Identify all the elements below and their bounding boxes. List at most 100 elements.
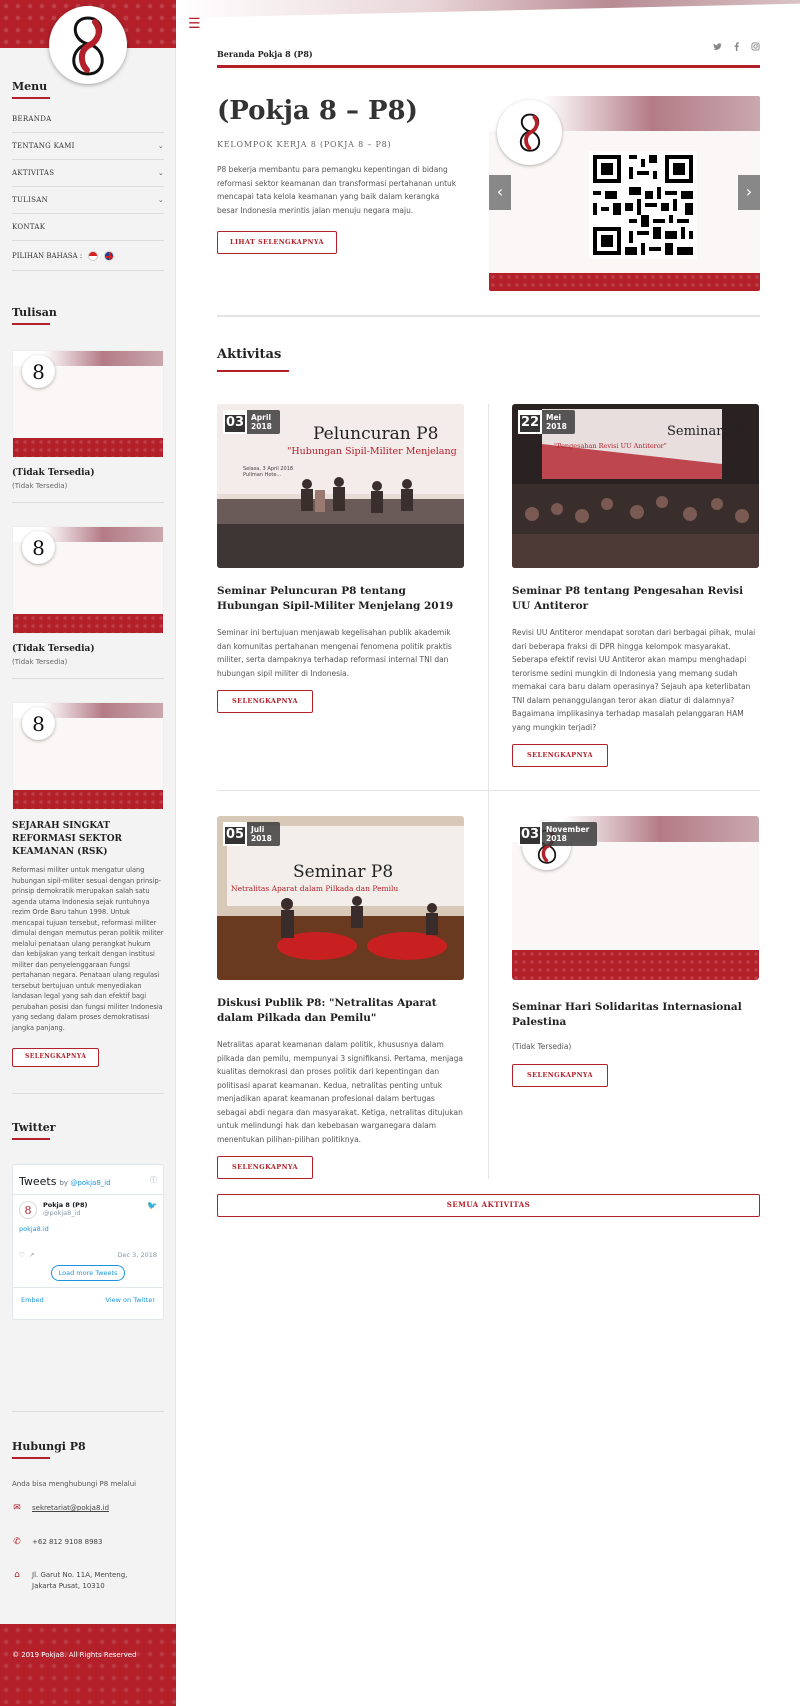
banner-title: Seminar P8 xyxy=(667,424,744,439)
embed-link[interactable]: Embed xyxy=(21,1296,44,1304)
email-link[interactable]: sekretariat@pokja8.id xyxy=(32,1503,109,1514)
see-more-button[interactable]: LIHAT SELENGKAPNYA xyxy=(217,231,337,254)
contact-address: ⌂ Jl. Garut No. 11A, Menteng, Jakarta Pu… xyxy=(12,1570,164,1592)
twitter-icon[interactable] xyxy=(713,42,722,54)
post-item: 8 SEJARAH SINGKAT REFORMASI SEKTOR KEAMA… xyxy=(12,702,164,1094)
twitter-heading: Twitter xyxy=(12,1121,164,1140)
carousel-prev-button[interactable]: ‹ xyxy=(489,175,511,210)
tweet-date[interactable]: Dec 3, 2018 xyxy=(118,1251,157,1259)
activity-read-more-button[interactable]: SELENGKAPNYA xyxy=(512,1063,608,1087)
activity-title[interactable]: Seminar P8 tentang Pengesahan Revisi UU … xyxy=(512,584,759,614)
banner-subtitle: "Hubungan Sipil-Militer Menjelang xyxy=(287,446,457,457)
menu-item-tentang-kami[interactable]: TENTANG KAMI ⌄ xyxy=(12,133,164,160)
menu-item-aktivitas[interactable]: AKTIVITAS ⌄ xyxy=(12,160,164,187)
contact-heading: Hubungi P8 xyxy=(12,1440,164,1459)
activity-card: Peluncuran P8 "Hubungan Sipil-Militer Me… xyxy=(217,404,464,713)
hero-title: (Pokja 8 – P8) xyxy=(217,96,418,126)
date-year: 2018 xyxy=(546,834,567,843)
view-on-twitter-link[interactable]: View on Twitter xyxy=(106,1296,155,1304)
post-thumbnail[interactable]: 8 xyxy=(12,350,164,458)
copyright-text: © 2019 Pokja8. All Rights Reserved xyxy=(12,1651,137,1659)
menu-label: TENTANG KAMI xyxy=(12,141,75,150)
activity-image[interactable]: 03 November 2018 xyxy=(512,816,759,980)
contact-phone: ✆ +62 812 9108 8983 xyxy=(12,1537,164,1548)
post-item: 8 (Tidak Tersedia) (Tidak Tersedia) xyxy=(12,526,164,679)
banner-subtitle: Netralitas Aparat dalam Pilkada dan Pemi… xyxy=(231,884,399,893)
date-year: 2018 xyxy=(546,422,567,431)
twitter-timeline-widget: Tweets by @pokja8_id ⓘ 8 Pokja 8 (P8) @po… xyxy=(12,1164,164,1320)
activity-card: 03 November 2018 Seminar Hari Solidaritas… xyxy=(512,816,759,1087)
contact-intro: Anda bisa menghubungi P8 melalui xyxy=(12,1480,137,1488)
twitter-handle-link[interactable]: @pokja8_id xyxy=(70,1179,110,1187)
post-title[interactable]: (Tidak Tersedia) xyxy=(12,644,164,654)
post-item: 8 (Tidak Tersedia) (Tidak Tersedia) xyxy=(12,350,164,503)
post-title[interactable]: SEJARAH SINGKAT REFORMASI SEKTOR KEAMANA… xyxy=(12,820,164,859)
post-title[interactable]: (Tidak Tersedia) xyxy=(12,468,164,478)
activity-read-more-button[interactable]: SELENGKAPNYA xyxy=(512,744,608,767)
twitter-by-label: by xyxy=(59,1179,69,1187)
language-label: PILIHAN BAHASA : xyxy=(12,251,83,260)
divider xyxy=(12,502,164,503)
activity-image[interactable]: Seminar P8 "Pengesahan Revisi UU Antiter… xyxy=(512,404,759,568)
post-subtitle: (Tidak Tersedia) xyxy=(12,658,68,666)
tweet-account-name[interactable]: Pokja 8 (P8) xyxy=(43,1201,141,1209)
date-year: 2018 xyxy=(251,834,272,843)
activity-image[interactable]: Peluncuran P8 "Hubungan Sipil-Militer Me… xyxy=(217,404,464,568)
date-badge: 03 November 2018 xyxy=(518,822,598,846)
activity-title[interactable]: Seminar Peluncuran P8 tentang Hubungan S… xyxy=(217,584,464,614)
tweet-account-handle: @pokja8_id xyxy=(43,1209,81,1217)
activity-read-more-button[interactable]: SELENGKAPNYA xyxy=(217,1156,313,1179)
twitter-bird-icon: 🐦 xyxy=(147,1201,157,1210)
post-read-more-button[interactable]: SELENGKAPNYA xyxy=(12,1048,100,1067)
activity-excerpt: Seminar ini bertujuan menjawab kegelisah… xyxy=(217,628,452,678)
instagram-icon[interactable] xyxy=(751,42,760,54)
calendar-icon-day: 03 xyxy=(518,822,542,846)
activity-excerpt: Netralitas aparat keamanan dalam politik… xyxy=(217,1040,463,1144)
uk-flag-icon[interactable] xyxy=(104,250,115,261)
banner-subtitle: "Pengesahan Revisi UU Antiteror" xyxy=(554,442,667,450)
activity-title[interactable]: Diskusi Publik P8: "Netralitas Aparat da… xyxy=(217,996,464,1026)
activity-excerpt: (Tidak Tersedia) xyxy=(512,1042,572,1051)
carousel-next-button[interactable]: › xyxy=(738,175,760,210)
menu-item-tulisan[interactable]: TULISAN ⌄ xyxy=(12,187,164,214)
hero-description: P8 bekerja membantu para pemangku kepent… xyxy=(217,165,457,215)
sidebar-menu: BERANDA TENTANG KAMI ⌄ AKTIVITAS ⌄ TULISAN… xyxy=(12,106,164,271)
sidebar: Menu BERANDA TENTANG KAMI ⌄ AKTIVITAS ⌄ TU… xyxy=(0,0,176,1706)
address-text: Jl. Garut No. 11A, Menteng, Jakarta Pusa… xyxy=(32,1571,128,1590)
divider xyxy=(12,1093,164,1094)
tweet-link[interactable]: pokja8.id xyxy=(19,1225,157,1233)
date-month: Mei xyxy=(546,413,562,422)
main-content: ☰ Beranda Pokja 8 (P8) (Pokja 8 – P8) KE… xyxy=(177,0,800,1706)
phone-number[interactable]: +62 812 9108 8983 xyxy=(32,1537,102,1548)
date-badge: 05 Juli 2018 xyxy=(223,822,280,846)
banner-title: Seminar P8 xyxy=(293,862,394,882)
tweet-actions-icons[interactable]: ♡ ↗ xyxy=(19,1251,34,1259)
activity-read-more-button[interactable]: SELENGKAPNYA xyxy=(217,690,313,713)
calendar-icon-day: 22 xyxy=(518,410,542,434)
tulisan-heading: Tulisan xyxy=(12,306,164,325)
all-activities-button[interactable]: SEMUA AKTIVITAS xyxy=(217,1194,760,1217)
pokja8-logo[interactable] xyxy=(49,6,127,84)
menu-item-kontak[interactable]: KONTAK xyxy=(12,214,164,241)
activities-heading: Aktivitas xyxy=(217,347,760,372)
avatar[interactable]: 8 xyxy=(19,1201,37,1219)
menu-item-beranda[interactable]: BERANDA xyxy=(12,106,164,133)
load-more-tweets-button[interactable]: Load more Tweets xyxy=(50,1265,126,1281)
qr-code xyxy=(589,151,697,259)
date-month: November xyxy=(546,825,590,834)
facebook-icon[interactable] xyxy=(732,42,741,54)
menu-label: KONTAK xyxy=(12,222,46,231)
home-icon: ⌂ xyxy=(14,1570,20,1580)
carousel-slide[interactable] xyxy=(489,96,760,291)
activity-title[interactable]: Seminar Hari Solidaritas Internasional P… xyxy=(512,1000,759,1030)
calendar-icon-day: 05 xyxy=(223,822,247,846)
hamburger-menu-icon[interactable]: ☰ xyxy=(188,17,201,31)
post-thumbnail[interactable]: 8 xyxy=(12,702,164,810)
indonesia-flag-icon[interactable] xyxy=(88,250,99,261)
menu-label: TULISAN xyxy=(12,195,49,204)
post-excerpt: Reformasi militer untuk mengatur ulang h… xyxy=(12,866,164,1032)
activity-image[interactable]: Seminar P8 Netralitas Aparat dalam Pilka… xyxy=(217,816,464,980)
post-thumbnail[interactable]: 8 xyxy=(12,526,164,634)
decorative-top-band xyxy=(177,0,800,18)
info-icon[interactable]: ⓘ xyxy=(150,1175,157,1185)
